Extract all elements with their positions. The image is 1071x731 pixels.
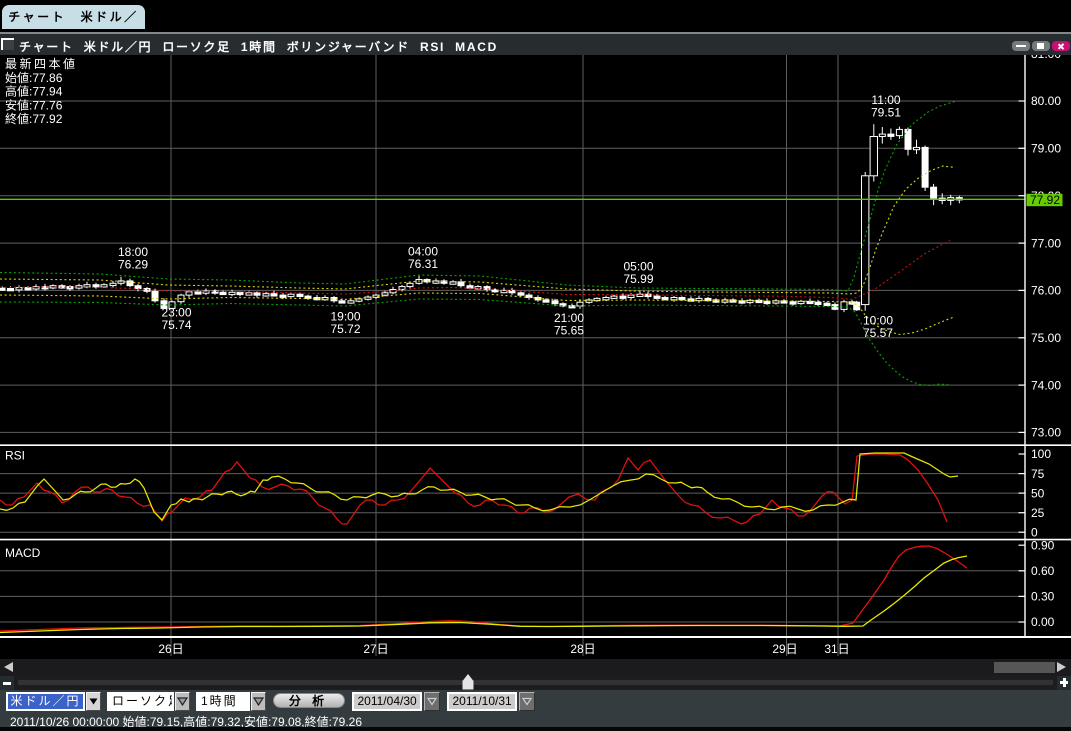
svg-text:0.60: 0.60	[1031, 564, 1055, 578]
svg-text:0.30: 0.30	[1031, 590, 1055, 604]
svg-text:終値:77.92: 終値:77.92	[5, 111, 63, 126]
svg-text:75.74: 75.74	[161, 318, 191, 332]
svg-text:始値:77.86: 始値:77.86	[5, 70, 63, 85]
svg-text:27日: 27日	[363, 642, 388, 656]
svg-text:75.99: 75.99	[623, 272, 653, 286]
svg-text:75.65: 75.65	[554, 324, 584, 338]
svg-text:0.90: 0.90	[1031, 538, 1055, 552]
svg-text:安値:77.76: 安値:77.76	[5, 97, 63, 112]
svg-text:77.92: 77.92	[1030, 193, 1060, 207]
svg-text:MACD: MACD	[5, 546, 41, 560]
svg-text:75.72: 75.72	[330, 322, 360, 336]
svg-text:0: 0	[1031, 525, 1038, 539]
svg-text:29日: 29日	[772, 642, 797, 656]
svg-text:100: 100	[1031, 447, 1051, 461]
svg-text:77.00: 77.00	[1031, 236, 1061, 250]
svg-text:26日: 26日	[158, 642, 183, 656]
svg-text:79.00: 79.00	[1031, 142, 1061, 156]
svg-text:80.00: 80.00	[1031, 94, 1061, 108]
svg-text:25: 25	[1031, 506, 1045, 520]
svg-text:76.31: 76.31	[408, 257, 438, 271]
svg-text:79.51: 79.51	[871, 106, 901, 120]
svg-text:31日: 31日	[824, 642, 849, 656]
svg-text:76.00: 76.00	[1031, 284, 1061, 298]
svg-text:76.29: 76.29	[118, 258, 148, 272]
svg-text:RSI: RSI	[5, 449, 25, 463]
svg-text:73.00: 73.00	[1031, 426, 1061, 440]
svg-text:75.57: 75.57	[863, 326, 893, 340]
svg-text:最新四本値: 最新四本値	[5, 56, 78, 71]
svg-text:75.00: 75.00	[1031, 331, 1061, 345]
svg-text:28日: 28日	[570, 642, 595, 656]
svg-text:高値:77.94: 高値:77.94	[5, 84, 63, 99]
svg-text:75: 75	[1031, 467, 1045, 481]
svg-text:74.00: 74.00	[1031, 378, 1061, 392]
svg-text:50: 50	[1031, 486, 1045, 500]
svg-text:0.00: 0.00	[1031, 615, 1055, 629]
